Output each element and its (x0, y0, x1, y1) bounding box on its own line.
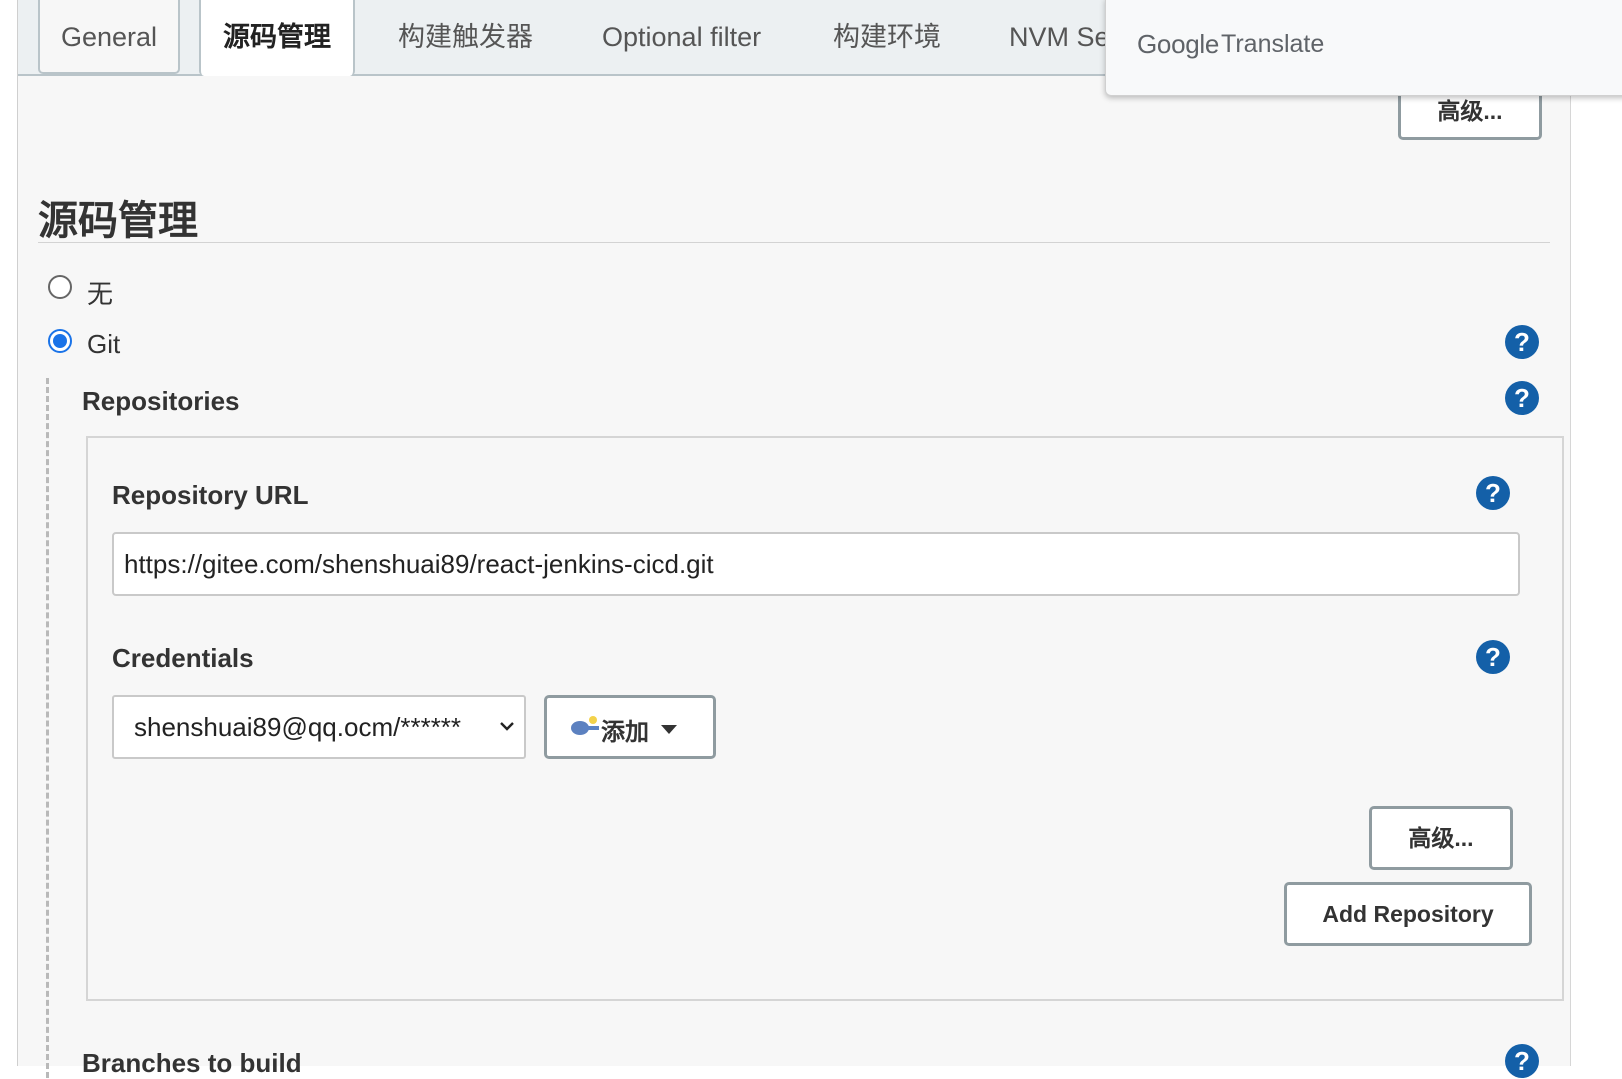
right-rail (1571, 0, 1622, 1066)
tab-label: 构建环境 (833, 22, 941, 52)
repository-url-label: Repository URL (112, 480, 309, 510)
add-credentials-label: 添加 (601, 719, 649, 746)
credentials-label: Credentials (112, 643, 254, 673)
section-divider (38, 242, 1550, 243)
radio-none[interactable] (48, 275, 72, 299)
advanced-button-label: 高级... (1437, 98, 1503, 124)
tab-optional-filter[interactable]: Optional filter (602, 0, 761, 74)
branches-label: Branches to build (82, 1048, 302, 1078)
tab-label: NVM Se (1009, 22, 1110, 52)
credentials-selected-value: shenshuai89@qq.ocm/****** (134, 712, 462, 742)
google-translate-popup[interactable]: Google Translate (1105, 0, 1622, 96)
radio-git-label: Git (87, 329, 121, 359)
repositories-label: Repositories (82, 386, 240, 416)
tab-build-environment[interactable]: 构建环境 (833, 0, 941, 74)
translate-label: Translate (1221, 30, 1325, 58)
advanced-button-label: 高级... (1408, 825, 1474, 851)
help-icon[interactable]: ? (1505, 325, 1539, 359)
tab-label: 源码管理 (223, 22, 331, 52)
tab-build-triggers[interactable]: 构建触发器 (398, 0, 533, 74)
dropdown-caret-icon (661, 725, 677, 734)
left-rail (0, 0, 18, 1066)
key-icon (571, 716, 599, 735)
tab-scm[interactable]: 源码管理 (199, 0, 355, 76)
radio-none-label: 无 (87, 279, 114, 309)
chevron-down-icon (500, 722, 514, 731)
main-content: General 源码管理 构建触发器 Optional filter 构建环境 … (18, 0, 1571, 1078)
tab-label: General (60, 22, 158, 52)
section-title: 源码管理 (38, 199, 198, 243)
radio-git[interactable] (48, 329, 72, 353)
add-credentials-button[interactable]: 添加 (544, 695, 716, 759)
repository-url-input[interactable] (112, 532, 1520, 596)
google-logo: Google (1137, 29, 1220, 59)
help-icon[interactable]: ? (1476, 476, 1510, 510)
help-icon[interactable]: ? (1505, 1044, 1539, 1078)
add-repository-label: Add Repository (1322, 901, 1494, 927)
add-repository-button[interactable]: Add Repository (1284, 882, 1532, 946)
tab-general[interactable]: General (38, 0, 180, 74)
tab-nvm-setup[interactable]: NVM Se (1009, 0, 1111, 74)
help-icon[interactable]: ? (1505, 381, 1539, 415)
advanced-button[interactable]: 高级... (1369, 806, 1513, 870)
nesting-guide (46, 378, 49, 1078)
credentials-select[interactable]: shenshuai89@qq.ocm/****** (112, 695, 526, 759)
repository-panel: Repository URL ? Credentials ? shenshuai… (86, 436, 1564, 1001)
tab-label: 构建触发器 (398, 22, 533, 52)
help-icon[interactable]: ? (1476, 640, 1510, 674)
tab-label: Optional filter (602, 22, 762, 52)
